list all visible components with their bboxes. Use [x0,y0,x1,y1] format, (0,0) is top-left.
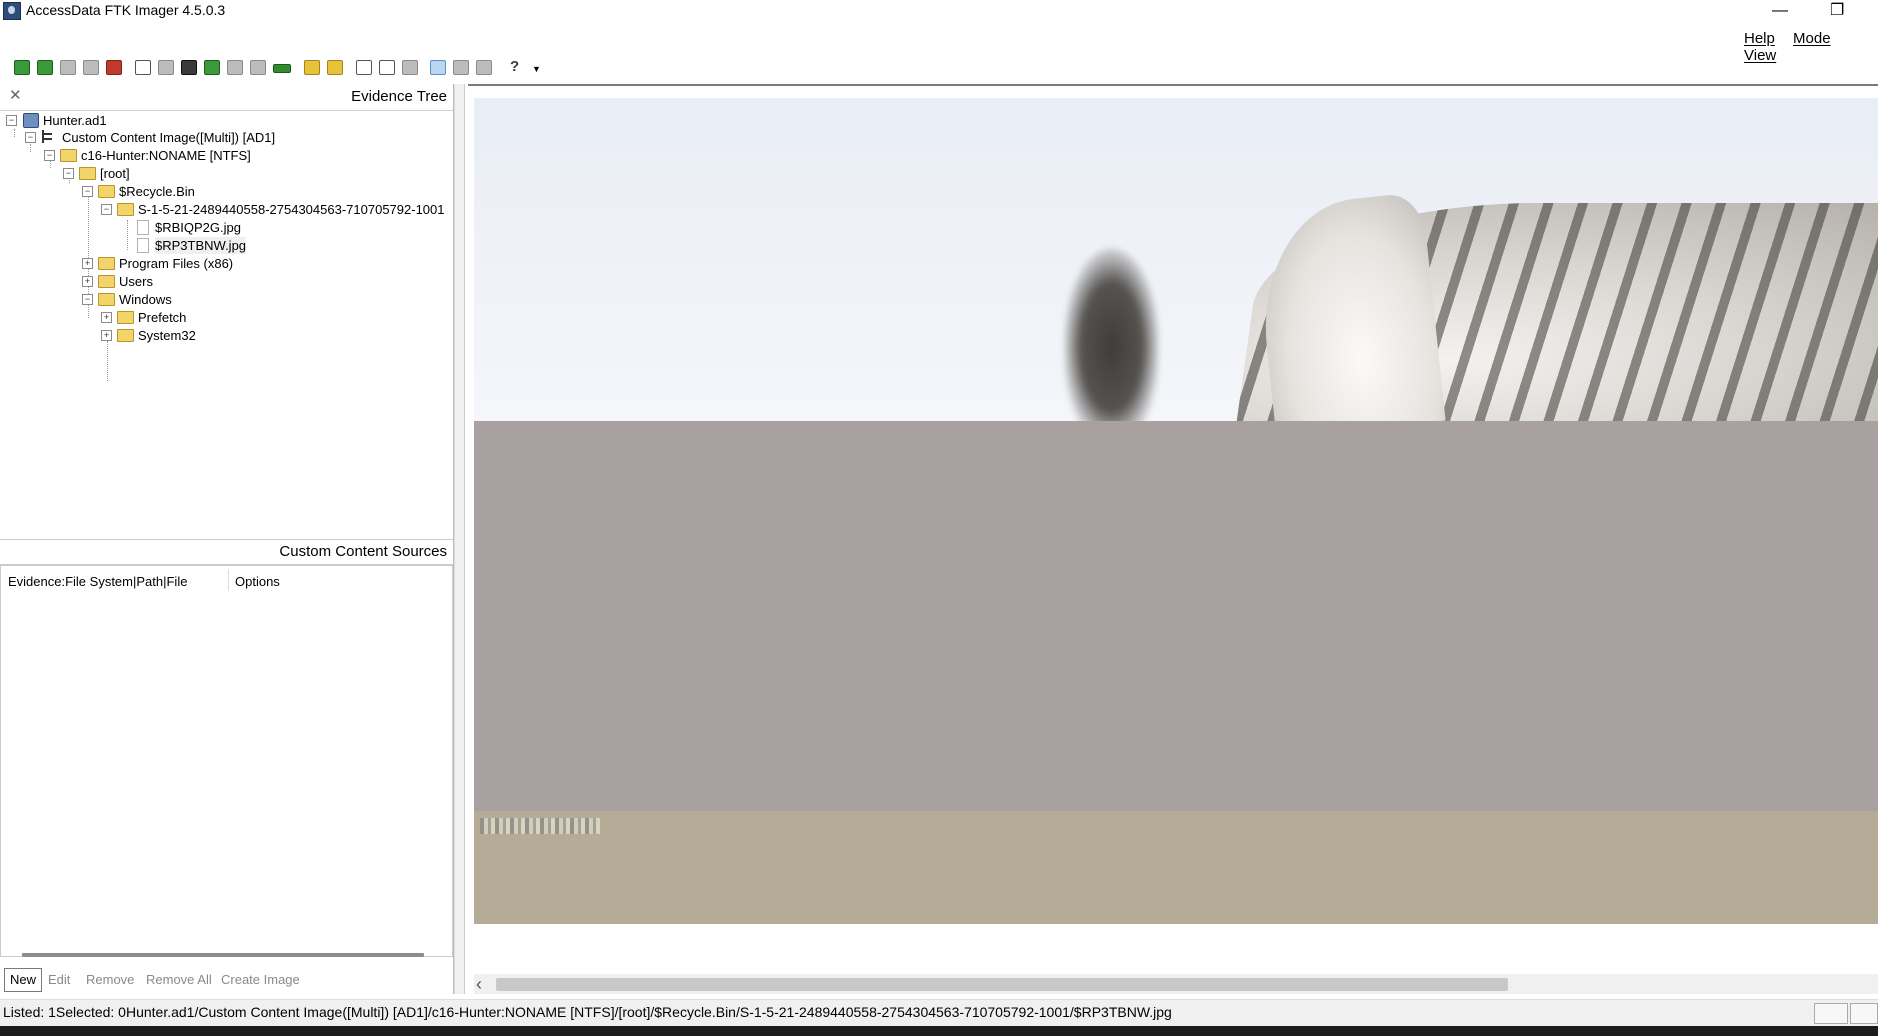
evidence-tree: − Hunter.ad1 − Custom Content Image([Mul… [0,112,453,512]
evidence-icon [23,113,39,128]
taskbar [0,1026,1878,1036]
menu-help[interactable]: Help [1744,30,1775,47]
collapse-icon[interactable]: − [82,186,93,197]
image-artifact [480,818,600,834]
menu-view[interactable]: View [1744,47,1776,64]
expand-icon[interactable]: + [82,258,93,269]
detect-efs-icon[interactable] [327,60,343,75]
menu-bar: Help Mode View [1730,30,1878,64]
status-panel [1850,1003,1878,1024]
folder-icon [98,293,115,306]
export-directory-listing-icon[interactable] [402,60,418,75]
custom-content-buttons: New Edit Remove Remove All Create Image [0,968,453,996]
close-icon[interactable]: ✕ [9,86,22,104]
expand-icon[interactable]: + [82,276,93,287]
image-detail [1064,248,1159,428]
remove-button[interactable]: Remove [80,968,140,992]
title-bar: AccessData FTK Imager 4.5.0.3 — ❐ [0,0,1878,24]
image-preview [474,98,1878,924]
create-disk-image-icon[interactable] [135,60,151,75]
toolbar: ? ▼ [0,58,560,80]
decrypt-ad1-icon[interactable] [250,60,266,75]
file-icon [137,220,149,235]
pane-splitter[interactable] [454,84,465,994]
add-all-evidence-icon[interactable] [37,60,53,75]
evidence-tree-header: ✕ Evidence Tree [0,84,453,111]
export-logical-image-icon[interactable] [181,60,197,75]
corrupted-image-region [474,421,1878,811]
remove-evidence-icon[interactable] [106,60,122,75]
file-content-viewer: ‹ [468,84,1878,998]
collapse-icon[interactable]: − [44,150,55,161]
column-header-evidence[interactable]: Evidence:File System|Path|File [8,574,187,589]
collapse-icon[interactable]: − [63,168,74,179]
export-files-icon[interactable] [356,60,372,75]
new-button[interactable]: New [4,968,43,992]
add-to-custom-content-icon[interactable] [204,60,220,75]
text-view-icon[interactable] [453,60,469,75]
status-text: Listed: 1Selected: 0Hunter.ad1/Custom Co… [3,1004,1172,1020]
create-image-button[interactable]: Create Image [215,968,306,992]
edit-button[interactable]: Edit [42,968,76,992]
auto-view-icon[interactable] [430,60,446,75]
hex-view-icon[interactable] [476,60,492,75]
scroll-thumb[interactable] [496,978,1508,991]
minimize-icon[interactable]: — [1772,2,1788,20]
folder-icon [98,275,115,288]
obtain-protected-files-icon[interactable] [304,60,320,75]
export-disk-image-icon[interactable] [158,60,174,75]
unmount-icon[interactable] [83,60,99,75]
capture-memory-icon[interactable] [273,64,291,73]
window-title: AccessData FTK Imager 4.5.0.3 [26,2,226,18]
ftk-imager-icon [3,2,21,20]
help-icon[interactable]: ? [510,58,519,75]
chevron-left-icon[interactable]: ‹ [476,974,482,995]
corrupted-image-region [474,811,1878,924]
remove-all-button[interactable]: Remove All [140,968,218,992]
folder-icon [98,257,115,270]
chevron-down-icon[interactable]: ▼ [532,64,541,74]
menu-mode[interactable]: Mode [1793,30,1831,47]
viewer-horizontal-scrollbar[interactable]: ‹ [474,974,1878,994]
folder-icon [117,203,134,216]
folder-icon [60,149,77,162]
restore-icon[interactable]: ❐ [1830,0,1844,20]
column-header-options[interactable]: Options [235,574,280,589]
custom-content-sources-list[interactable]: Evidence:File System|Path|File Options [0,565,453,957]
file-icon [137,238,149,253]
collapse-icon[interactable]: − [101,204,112,215]
collapse-icon[interactable]: − [25,132,36,143]
status-bar: Listed: 1Selected: 0Hunter.ad1/Custom Co… [0,999,1878,1026]
create-custom-content-image-icon[interactable] [227,60,243,75]
add-evidence-icon[interactable] [14,60,30,75]
custom-content-sources-header: Custom Content Sources [0,539,453,565]
evidence-tree-title: Evidence Tree [351,88,447,105]
folder-icon [117,329,134,342]
folder-icon [117,311,134,324]
expand-icon[interactable]: + [101,330,112,341]
custom-content-sources-title: Custom Content Sources [279,543,447,560]
column-divider[interactable] [228,569,229,591]
collapse-icon[interactable]: − [82,294,93,305]
left-pane: ✕ Evidence Tree − Hunter.ad1 − Custom Co… [0,84,454,994]
folder-icon [79,167,96,180]
image-mounting-icon[interactable] [60,60,76,75]
collapse-icon[interactable]: − [6,115,17,126]
expand-icon[interactable]: + [101,312,112,323]
custom-content-icon [42,130,54,143]
folder-icon [98,185,115,198]
horizontal-scrollbar[interactable] [22,953,424,957]
status-panel [1814,1003,1848,1024]
export-file-hash-list-icon[interactable] [379,60,395,75]
